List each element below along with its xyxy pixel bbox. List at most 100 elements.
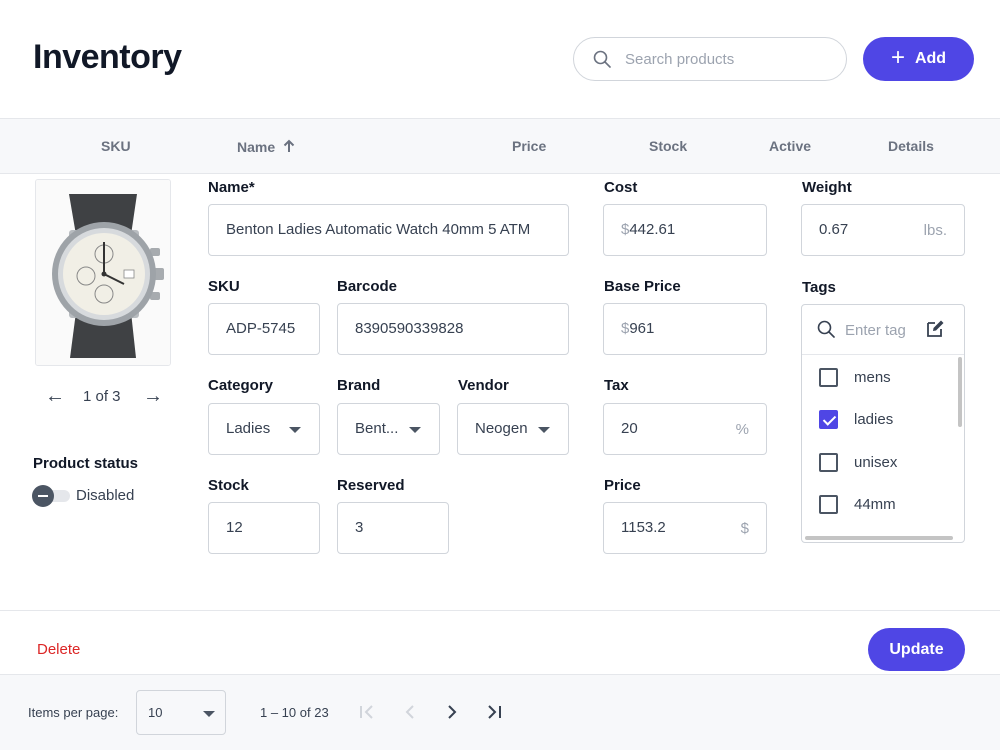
vendor-value: Neogen <box>475 420 528 437</box>
column-price[interactable]: Price <box>512 138 546 154</box>
column-stock[interactable]: Stock <box>649 138 687 154</box>
reserved-value: 3 <box>355 519 364 536</box>
column-active[interactable]: Active <box>769 138 811 154</box>
vendor-select[interactable]: Neogen <box>457 403 569 455</box>
tag-option-label: mens <box>854 369 891 386</box>
base-price-value-wrap: $961 <box>621 320 654 337</box>
items-per-page-value: 10 <box>148 705 163 720</box>
barcode-value: 8390590339828 <box>355 320 464 337</box>
arrow-right-icon[interactable]: → <box>143 386 163 406</box>
delete-button[interactable]: Delete <box>37 641 80 658</box>
search-icon <box>817 320 835 338</box>
tax-label: Tax <box>604 377 629 394</box>
checkbox[interactable] <box>819 453 838 472</box>
name-value: Benton Ladies Automatic Watch 40mm 5 ATM <box>226 221 531 238</box>
tags-panel: mens ladies unisex 44mm <box>801 304 965 543</box>
dollar-suffix: $ <box>740 520 749 537</box>
stock-field[interactable]: 12 <box>208 502 320 554</box>
caret-down-icon <box>289 427 301 433</box>
items-per-page-label: Items per page: <box>28 705 119 720</box>
tag-option-ladies[interactable]: ladies <box>802 399 952 439</box>
percent-suffix: % <box>735 421 749 438</box>
add-button[interactable]: + Add <box>863 37 974 81</box>
tag-search-input[interactable] <box>845 320 907 340</box>
stock-value: 12 <box>226 519 243 536</box>
tax-field[interactable]: 20 % <box>603 403 767 455</box>
weight-field[interactable]: 0.67 lbs. <box>801 204 965 256</box>
reserved-field[interactable]: 3 <box>337 502 449 554</box>
edit-icon[interactable] <box>925 319 945 339</box>
tag-option-44mm[interactable]: 44mm <box>802 484 952 524</box>
brand-value: Bent... <box>355 420 399 437</box>
cost-value-wrap: $442.61 <box>621 221 675 238</box>
next-page-icon[interactable] <box>440 700 464 724</box>
weight-value: 0.67 <box>819 221 849 238</box>
tag-option-mens[interactable]: mens <box>802 357 952 397</box>
price-value: 1153.2 <box>621 519 666 536</box>
arrow-left-icon[interactable]: ← <box>45 386 65 406</box>
prev-page-icon[interactable] <box>398 700 422 724</box>
weight-label: Weight <box>802 179 852 196</box>
arrow-up-icon <box>283 139 295 152</box>
reserved-label: Reserved <box>337 477 405 494</box>
tags-label: Tags <box>802 279 836 296</box>
stock-label: Stock <box>208 477 249 494</box>
base-price-value: 961 <box>629 320 655 337</box>
first-page-icon[interactable] <box>355 700 379 724</box>
tag-option-label: 44mm <box>854 496 896 513</box>
tag-option-label: unisex <box>854 454 898 471</box>
table-header: SKU Name Price Stock Active Details <box>0 118 1000 174</box>
column-name[interactable]: Name <box>237 138 295 155</box>
image-counter: 1 of 3 <box>83 388 121 405</box>
price-field[interactable]: 1153.2 $ <box>603 502 767 554</box>
barcode-field[interactable]: 8390590339828 <box>337 303 569 355</box>
caret-down-icon <box>538 427 550 433</box>
cost-value: 442.61 <box>629 221 676 238</box>
search-icon <box>593 50 611 68</box>
base-price-label: Base Price <box>604 278 681 295</box>
price-label: Price <box>604 477 641 494</box>
name-label: Name* <box>208 179 255 196</box>
horizontal-scrollbar[interactable] <box>805 536 953 540</box>
checkbox-checked[interactable] <box>819 410 838 429</box>
name-field[interactable]: Benton Ladies Automatic Watch 40mm 5 ATM <box>208 204 569 256</box>
sku-field[interactable]: ADP-5745 <box>208 303 320 355</box>
tag-option-unisex[interactable]: unisex <box>802 442 952 482</box>
sku-value: ADP-5745 <box>226 320 296 337</box>
category-label: Category <box>208 377 274 394</box>
category-select[interactable]: Ladies <box>208 403 320 455</box>
base-price-field[interactable]: $961 <box>603 303 767 355</box>
plus-icon: + <box>890 44 905 71</box>
search-box[interactable] <box>573 37 847 81</box>
category-value: Ladies <box>226 420 271 437</box>
checkbox[interactable] <box>819 495 838 514</box>
update-button[interactable]: Update <box>868 628 965 671</box>
sku-label: SKU <box>208 278 240 295</box>
items-per-page-select[interactable]: 10 <box>136 690 226 735</box>
product-status-label: Product status <box>33 455 139 472</box>
action-bar <box>0 610 1000 674</box>
page-title: Inventory <box>33 38 182 76</box>
checkbox[interactable] <box>819 368 838 387</box>
page-header: Inventory + Add <box>0 0 1000 118</box>
page-range: 1 – 10 of 23 <box>260 705 329 720</box>
brand-label: Brand <box>337 377 381 394</box>
toggle-knob <box>32 485 54 507</box>
tag-option-label: ladies <box>854 411 894 428</box>
image-pager: ← 1 of 3 → <box>45 386 165 408</box>
brand-select[interactable]: Bent... <box>337 403 440 455</box>
column-details[interactable]: Details <box>888 138 934 154</box>
cost-field[interactable]: $442.61 <box>603 204 767 256</box>
barcode-label: Barcode <box>337 278 398 295</box>
column-sku[interactable]: SKU <box>101 138 131 154</box>
search-input[interactable] <box>625 48 835 70</box>
vertical-scrollbar[interactable] <box>958 357 962 427</box>
caret-down-icon <box>203 711 215 717</box>
status-toggle[interactable] <box>32 485 72 507</box>
weight-unit-suffix: lbs. <box>923 222 947 239</box>
tag-search-box[interactable] <box>802 305 964 355</box>
add-button-label: Add <box>914 50 947 67</box>
product-image <box>35 179 171 366</box>
last-page-icon[interactable] <box>482 700 506 724</box>
tax-value: 20 <box>621 420 638 437</box>
